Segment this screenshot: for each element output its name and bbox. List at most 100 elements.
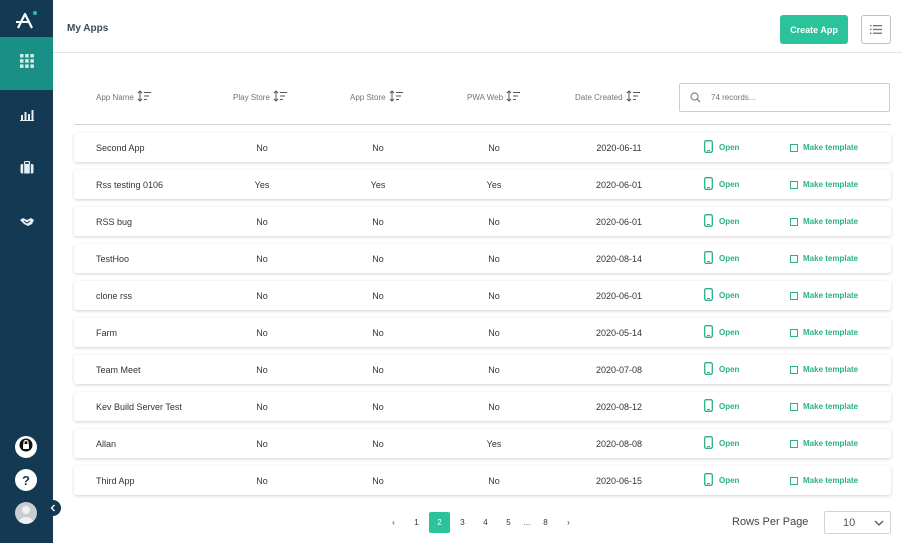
page-button[interactable]: 8 <box>535 512 556 533</box>
checkbox-icon <box>790 254 798 263</box>
make-template-link[interactable]: Make template <box>790 466 858 495</box>
mobile-phone-icon <box>704 214 713 229</box>
date-created-cell: 2020-06-15 <box>595 475 643 486</box>
date-created-cell: 2020-06-11 <box>596 142 642 153</box>
pwa-web-cell: Yes <box>486 179 502 190</box>
open-app-link[interactable]: Open <box>704 281 739 310</box>
play-store-cell: No <box>256 364 268 375</box>
make-template-link[interactable]: Make template <box>790 207 858 236</box>
previous-page-button[interactable]: ‹ <box>383 512 404 533</box>
pwa-web-cell: No <box>488 216 500 227</box>
sidebar-item-partners[interactable] <box>0 196 53 249</box>
open-app-link[interactable]: Open <box>704 133 739 162</box>
checkbox-icon <box>790 180 798 189</box>
make-template-link[interactable]: Make template <box>790 392 858 421</box>
sidebar-collapse-button[interactable] <box>45 500 61 516</box>
page-button[interactable]: 2 <box>429 511 450 533</box>
open-app-link[interactable]: Open <box>704 244 739 273</box>
table-row: Farm No No No 2020-05-14 Open Make template <box>74 318 891 347</box>
column-header-date-created[interactable]: Date Created <box>575 90 640 104</box>
table-row: TestHoo No No No 2020-08-14 Open Make template <box>74 244 891 273</box>
column-header-app-store[interactable]: App Store <box>350 90 403 104</box>
open-app-link[interactable]: Open <box>704 392 739 421</box>
make-template-label: Make template <box>803 217 859 226</box>
mobile-phone-icon <box>704 325 713 340</box>
play-store-cell: No <box>256 142 268 153</box>
play-store-cell: No <box>256 401 268 412</box>
play-store-cell: No <box>256 327 268 338</box>
rows-per-page-select[interactable]: 10 <box>824 511 891 534</box>
make-template-label: Make template <box>803 402 859 411</box>
make-template-link[interactable]: Make template <box>790 244 858 273</box>
mobile-phone-icon <box>704 473 713 488</box>
make-template-link[interactable]: Make template <box>790 133 858 162</box>
help-icon: ? <box>22 472 30 488</box>
open-app-link[interactable]: Open <box>704 170 739 199</box>
sort-icon <box>389 90 403 104</box>
app-store-cell: No <box>372 216 384 227</box>
table-row: Kev Build Server Test No No No 2020-08-12 Ope… <box>74 392 891 421</box>
make-template-link[interactable]: Make template <box>790 429 858 458</box>
play-store-cell: No <box>256 438 268 449</box>
make-template-label: Make template <box>803 143 859 152</box>
search-box <box>679 83 890 112</box>
open-label: Open <box>719 254 740 263</box>
table-row: Team Meet No No No 2020-07-08 Open Make templa… <box>74 355 891 384</box>
page-button[interactable]: 4 <box>475 512 496 533</box>
column-header-pwa-web[interactable]: PWA Web <box>467 90 521 104</box>
mobile-phone-icon <box>704 177 713 192</box>
open-app-link[interactable]: Open <box>704 355 739 384</box>
column-header-play-store[interactable]: Play Store <box>233 90 287 104</box>
page-button[interactable]: 3 <box>452 512 473 533</box>
app-store-cell: No <box>372 253 384 264</box>
sidebar-item-analytics[interactable] <box>0 90 53 143</box>
open-app-link[interactable]: Open <box>704 318 739 347</box>
pagination: ‹ 1 2 3 4 5... 8 › <box>383 511 581 533</box>
sidebar-item-apps[interactable] <box>0 37 53 90</box>
mobile-phone-icon <box>704 436 713 451</box>
next-page-button[interactable]: › <box>558 512 579 533</box>
open-label: Open <box>719 217 740 226</box>
header-divider <box>74 124 891 125</box>
create-app-button[interactable]: Create App <box>780 15 848 44</box>
make-template-link[interactable]: Make template <box>790 281 858 310</box>
open-app-link[interactable]: Open <box>704 207 739 236</box>
date-created-cell: 2020-06-01 <box>595 216 643 227</box>
open-app-link[interactable]: Open <box>704 429 739 458</box>
lock-button[interactable] <box>15 436 37 458</box>
app-store-cell: No <box>372 290 384 301</box>
table-row: Second App No No No 2020-06-11 Open Make templ… <box>74 133 891 162</box>
page-button[interactable]: 5 <box>498 512 519 533</box>
search-input[interactable] <box>711 93 871 102</box>
handshake-icon <box>19 214 35 232</box>
make-template-link[interactable]: Make template <box>790 355 858 384</box>
sidebar-item-portfolio[interactable] <box>0 143 53 196</box>
sort-icon <box>506 90 521 104</box>
mobile-phone-icon <box>704 399 713 414</box>
page-button[interactable]: 1 <box>406 512 427 533</box>
table-row: clone rss No No No 2020-06-01 Open Make templa… <box>74 281 891 310</box>
date-created-cell: 2020-08-08 <box>595 438 643 449</box>
play-store-cell: No <box>256 290 268 301</box>
mobile-phone-icon <box>704 288 713 303</box>
top-header: My Apps Create App <box>53 0 902 53</box>
column-header-app-name[interactable]: App Name <box>96 90 151 104</box>
pwa-web-cell: No <box>488 142 500 153</box>
open-app-link[interactable]: Open <box>704 466 739 495</box>
make-template-link[interactable]: Make template <box>790 170 858 199</box>
pwa-web-cell: No <box>488 364 500 375</box>
app-name-cell: Third App <box>96 475 135 486</box>
checkbox-icon <box>790 476 798 485</box>
app-name-cell: Rss testing 0106 <box>96 179 164 190</box>
open-label: Open <box>719 365 740 374</box>
help-button[interactable]: ? <box>15 469 37 491</box>
make-template-label: Make template <box>803 328 859 337</box>
make-template-label: Make template <box>803 439 859 448</box>
app-root: ? My Apps Create App App Name Play Store… <box>0 0 902 543</box>
list-view-button[interactable] <box>861 15 891 44</box>
page-title: My Apps <box>67 23 109 34</box>
user-avatar[interactable] <box>15 502 37 524</box>
make-template-label: Make template <box>803 476 859 485</box>
open-label: Open <box>719 402 740 411</box>
make-template-link[interactable]: Make template <box>790 318 858 347</box>
